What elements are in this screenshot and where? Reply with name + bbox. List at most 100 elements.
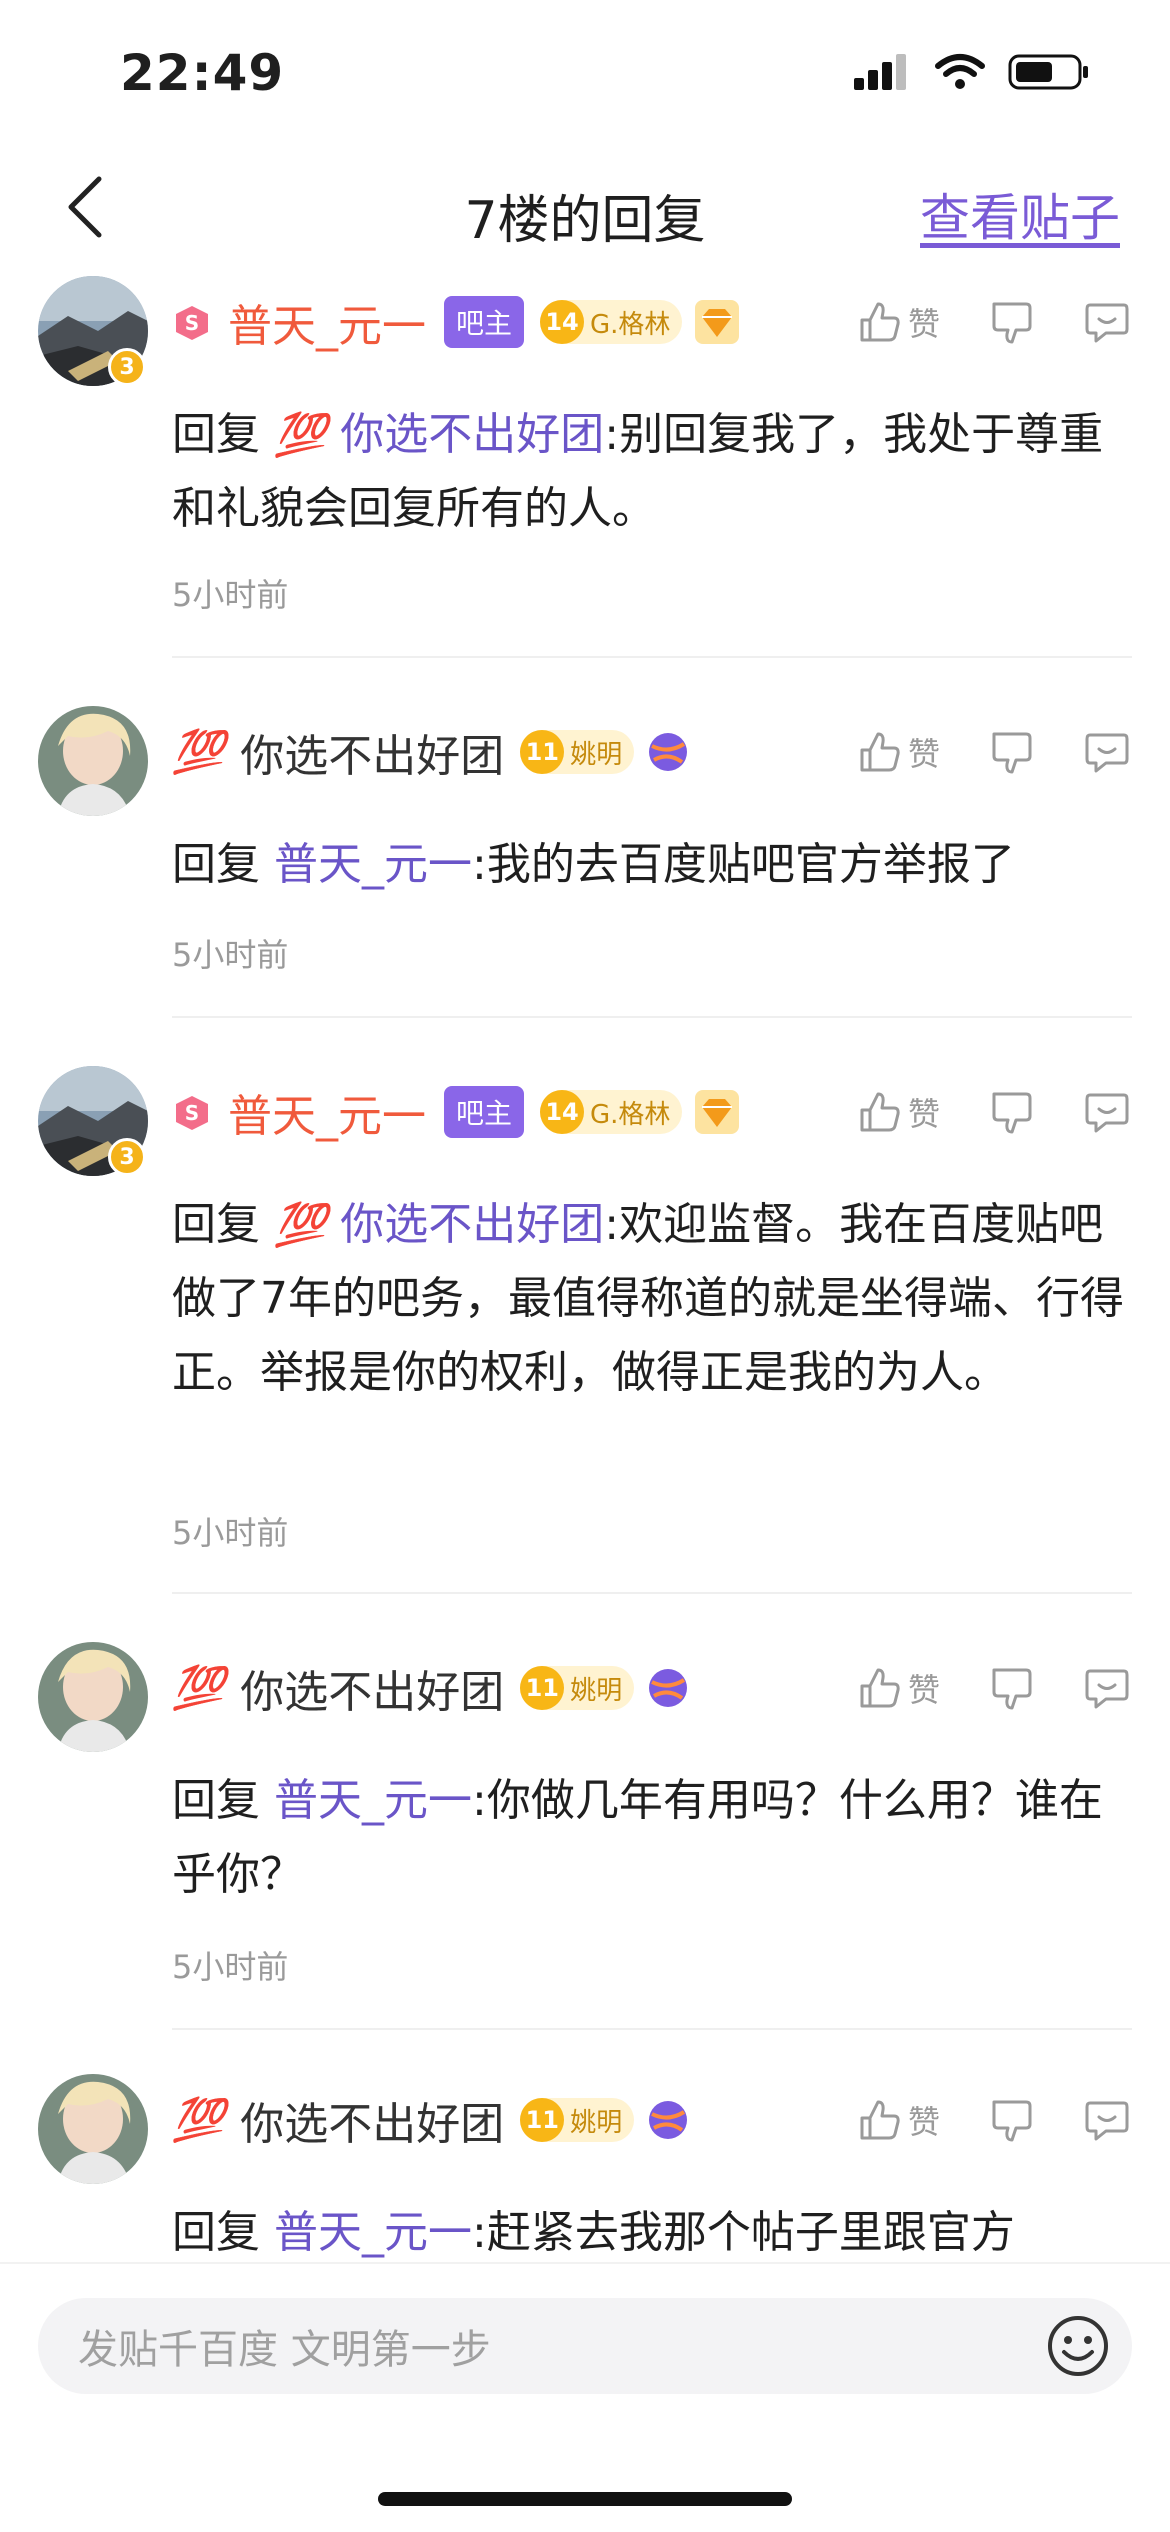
comment-header: S 普天_元一 吧主 14 G.格林 bbox=[172, 1082, 740, 1142]
hundred-points-icon: 💯 bbox=[172, 2095, 225, 2144]
level-title: 姚明 bbox=[570, 1675, 623, 1706]
like-label: 赞 bbox=[907, 735, 940, 773]
username[interactable]: 普天_元一 bbox=[228, 290, 426, 354]
dislike-button[interactable] bbox=[990, 728, 1034, 776]
level-title: G.格林 bbox=[590, 1099, 671, 1130]
level-number: 11 bbox=[520, 2098, 565, 2142]
comment-time: 5小时前 bbox=[172, 576, 289, 614]
thumbs-up-icon bbox=[860, 732, 900, 772]
username[interactable]: 普天_元一 bbox=[228, 1080, 426, 1144]
divider bbox=[172, 1016, 1132, 1018]
home-indicator bbox=[378, 2492, 792, 2506]
vip-crown-icon: S bbox=[176, 306, 208, 340]
comment-text: 回复 普天_元一:我的去百度贴吧官方举报了 bbox=[172, 828, 1132, 902]
owner-badge: 吧主 bbox=[444, 296, 525, 348]
hundred-points-icon: 💯 bbox=[172, 1663, 225, 1712]
level-number: 14 bbox=[540, 1090, 585, 1134]
reply-button[interactable] bbox=[1084, 1665, 1130, 1711]
comment-actions: 赞 bbox=[858, 298, 1130, 346]
level-number: 11 bbox=[520, 730, 565, 774]
level-title: 姚明 bbox=[570, 2107, 623, 2138]
like-label: 赞 bbox=[907, 1671, 940, 1709]
dislike-button[interactable] bbox=[990, 1664, 1034, 1712]
globe-badge-icon bbox=[649, 733, 688, 771]
reply-button[interactable] bbox=[1084, 299, 1130, 345]
comment-actions: 赞 bbox=[858, 728, 1130, 776]
like-button[interactable]: 赞 bbox=[858, 729, 940, 775]
mention-link[interactable]: 你选不出好团 bbox=[340, 1199, 604, 1250]
like-button[interactable]: 赞 bbox=[858, 299, 940, 345]
avatar[interactable] bbox=[38, 1642, 148, 1752]
svg-text:S: S bbox=[185, 1101, 199, 1125]
reply-prefix: 回复 bbox=[172, 409, 260, 460]
comment-text: 回复 普天_元一:你做几年有用吗？什么用？谁在乎你？ bbox=[172, 1764, 1132, 1912]
comment-bubble-icon bbox=[1085, 2101, 1129, 2141]
comment-bubble-icon bbox=[1085, 1093, 1129, 1133]
dislike-button[interactable] bbox=[990, 2096, 1034, 2144]
reply-button[interactable] bbox=[1084, 1089, 1130, 1135]
battery-icon bbox=[1008, 54, 1088, 90]
username[interactable]: 你选不出好团 bbox=[240, 2088, 504, 2152]
avatar[interactable] bbox=[38, 2074, 148, 2184]
avatar[interactable] bbox=[38, 706, 148, 816]
comment-actions: 赞 bbox=[858, 1664, 1130, 1712]
diamond-badge-icon bbox=[695, 1090, 740, 1134]
comment-bubble-icon bbox=[1085, 1669, 1129, 1709]
divider bbox=[172, 656, 1132, 658]
hundred-points-icon: 💯 bbox=[274, 1200, 327, 1249]
avatar-level-badge: 3 bbox=[108, 348, 146, 386]
globe-badge-icon bbox=[649, 2101, 688, 2139]
comment-text: 回复 💯 你选不出好团:别回复我了，我处于尊重和礼貌会回复所有的人。 bbox=[172, 398, 1132, 546]
status-time: 22:49 bbox=[120, 44, 285, 102]
comment-item: 💯 你选不出好团 11 姚明 赞 bbox=[0, 698, 1170, 1018]
reply-button[interactable] bbox=[1084, 729, 1130, 775]
comment-text: 回复 普天_元一:赶紧去我那个帖子里跟官方 bbox=[172, 2196, 1132, 2270]
level-badge: 11 姚明 bbox=[520, 2098, 635, 2142]
mention-link[interactable]: 普天_元一 bbox=[274, 1775, 472, 1826]
comment-header: S 普天_元一 吧主 14 G.格林 bbox=[172, 292, 740, 352]
mention-link[interactable]: 你选不出好团 bbox=[340, 409, 604, 460]
thumbs-up-icon bbox=[860, 302, 900, 342]
status-bar: 22:49 bbox=[0, 0, 1170, 150]
thumbs-down-icon bbox=[992, 2100, 1032, 2142]
view-post-link[interactable]: 查看贴子 bbox=[920, 178, 1120, 250]
cellular-signal-icon bbox=[854, 54, 906, 90]
dislike-button[interactable] bbox=[990, 298, 1034, 346]
svg-text:S: S bbox=[185, 311, 199, 335]
comment-item: 3 S 普天_元一 吧主 14 G.格林 赞 bbox=[0, 268, 1170, 658]
reply-button[interactable] bbox=[1084, 2097, 1130, 2143]
diamond-badge-icon bbox=[695, 300, 740, 344]
thumbs-down-icon bbox=[992, 302, 1032, 344]
dislike-button[interactable] bbox=[990, 1088, 1034, 1136]
divider bbox=[172, 2028, 1132, 2030]
comment-text: 回复 💯 你选不出好团:欢迎监督。我在百度贴吧做了7年的吧务，最值得称道的就是坐… bbox=[172, 1188, 1132, 1410]
comment-actions: 赞 bbox=[858, 1088, 1130, 1136]
level-badge: 14 G.格林 bbox=[540, 300, 683, 344]
like-button[interactable]: 赞 bbox=[858, 2097, 940, 2143]
thumbs-down-icon bbox=[992, 1668, 1032, 1710]
username[interactable]: 你选不出好团 bbox=[240, 720, 504, 784]
reply-prefix: 回复 bbox=[172, 839, 260, 890]
nav-bar: 7楼的回复 查看贴子 bbox=[0, 150, 1170, 265]
comment-item: 💯 你选不出好团 11 姚明 赞 bbox=[0, 1634, 1170, 2030]
level-title: 姚明 bbox=[570, 739, 623, 770]
globe-badge-icon bbox=[649, 1669, 688, 1707]
reply-input[interactable]: 发贴千百度 文明第一步 bbox=[38, 2298, 1132, 2394]
like-button[interactable]: 赞 bbox=[858, 1089, 940, 1135]
thumbs-up-icon bbox=[860, 2100, 900, 2140]
comment-content: :我的去百度贴吧官方举报了 bbox=[472, 839, 1015, 890]
hundred-points-icon: 💯 bbox=[274, 410, 327, 459]
emoji-button[interactable] bbox=[1046, 2314, 1110, 2378]
username[interactable]: 你选不出好团 bbox=[240, 1656, 504, 1720]
level-badge: 14 G.格林 bbox=[540, 1090, 683, 1134]
mention-link[interactable]: 普天_元一 bbox=[274, 839, 472, 890]
like-button[interactable]: 赞 bbox=[858, 1665, 940, 1711]
mention-link[interactable]: 普天_元一 bbox=[274, 2207, 472, 2258]
reply-bar: 发贴千百度 文明第一步 bbox=[0, 2262, 1170, 2532]
comment-time: 5小时前 bbox=[172, 936, 289, 974]
hundred-points-icon: 💯 bbox=[172, 727, 225, 776]
thumbs-up-icon bbox=[860, 1092, 900, 1132]
level-badge: 11 姚明 bbox=[520, 730, 635, 774]
comment-time: 5小时前 bbox=[172, 1948, 289, 1986]
comment-item: 💯 你选不出好团 11 姚明 赞 bbox=[0, 2066, 1170, 2262]
